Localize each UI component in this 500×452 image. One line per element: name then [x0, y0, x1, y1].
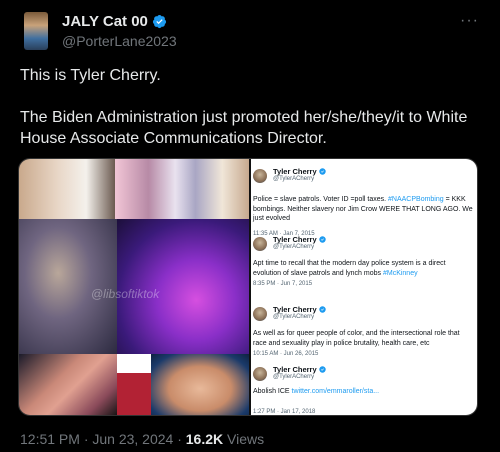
tweet-meta: 12:51 PM · Jun 23, 2024 · 16.2K Views — [20, 431, 264, 447]
embedded-avatar — [253, 307, 267, 321]
embedded-author-name-text: Tyler Cherry — [273, 167, 317, 176]
verified-badge-icon — [318, 306, 326, 313]
embedded-author-name-text: Tyler Cherry — [273, 235, 317, 244]
embedded-tweet-time: 8:35 PM · Jun 7, 2015 — [253, 281, 313, 287]
avatar[interactable] — [24, 12, 48, 50]
photo-tile — [19, 159, 115, 219]
author-name-row[interactable]: JALY Cat 00 — [62, 13, 167, 30]
tweet-paragraph: This is Tyler Cherry. — [20, 67, 161, 84]
body-text: As well as for queer people of color, an… — [253, 330, 460, 347]
author-name[interactable]: JALY Cat 00 — [62, 13, 148, 30]
embedded-avatar — [253, 169, 267, 183]
photo-tile — [151, 354, 249, 415]
tweet-timestamp[interactable]: 12:51 PM · Jun 23, 2024 · — [20, 431, 186, 447]
embedded-avatar — [253, 237, 267, 251]
hashtag-link[interactable]: #NAACPBombing — [388, 196, 444, 203]
embedded-author-name: Tyler Cherry — [273, 235, 326, 244]
body-text: Abolish ICE — [253, 388, 292, 395]
embedded-tweet-time: 10:15 AM · Jun 26, 2015 — [253, 351, 319, 357]
embedded-avatar — [253, 367, 267, 381]
embedded-author-handle: @TylerACherry — [273, 374, 315, 380]
photo-tile — [117, 354, 151, 415]
photo-tile — [115, 159, 249, 219]
media-image[interactable]: @libsoftiktok Tyler Cherry @TylerACherry P… — [18, 158, 478, 416]
embedded-tweet-body: Apt time to recall that the modern day p… — [253, 259, 475, 278]
embedded-tweets-panel: Tyler Cherry @TylerACherry Police = slave … — [251, 159, 477, 415]
author-handle[interactable]: @PorterLane2023 — [62, 33, 177, 49]
verified-badge-icon — [318, 366, 326, 373]
embedded-tweet-body: Police = slave patrols. Voter ID =poll t… — [253, 195, 475, 224]
embedded-author-name: Tyler Cherry — [273, 167, 326, 176]
embedded-author-handle: @TylerACherry — [273, 176, 315, 182]
embedded-author-name: Tyler Cherry — [273, 305, 326, 314]
verified-badge-icon — [318, 236, 326, 243]
tweet-paragraph: The Biden Administration just promoted h… — [20, 109, 468, 147]
views-label: Views — [223, 431, 265, 447]
embedded-author-handle: @TylerACherry — [273, 244, 315, 250]
tweet: JALY Cat 00 @PorterLane2023 ··· This is … — [0, 0, 500, 452]
views-count: 16.2K — [185, 431, 224, 447]
photo-tile — [19, 354, 117, 415]
embedded-author-name-text: Tyler Cherry — [273, 305, 317, 314]
body-text: Police = slave patrols. Voter ID =poll t… — [253, 196, 389, 203]
hashtag-link[interactable]: twitter.com/emmaroller/sta... — [292, 388, 380, 395]
embedded-author-name: Tyler Cherry — [273, 365, 326, 374]
more-options-icon[interactable]: ··· — [460, 12, 479, 30]
verified-badge-icon — [318, 168, 326, 175]
embedded-author-name-text: Tyler Cherry — [273, 365, 317, 374]
embedded-tweet-body: As well as for queer people of color, an… — [253, 329, 475, 348]
embedded-author-handle: @TylerACherry — [273, 314, 315, 320]
watermark: @libsoftiktok — [91, 287, 160, 301]
photo-collage: @libsoftiktok — [19, 159, 249, 415]
embedded-tweet-time: 1:27 PM · Jan 17, 2018 — [253, 409, 316, 415]
hashtag-link[interactable]: #McKinney — [383, 270, 418, 277]
embedded-tweet-body: Abolish ICE twitter.com/emmaroller/sta..… — [253, 387, 475, 397]
tweet-text: This is Tyler Cherry. The Biden Administ… — [20, 65, 490, 149]
verified-badge-icon — [152, 14, 166, 29]
